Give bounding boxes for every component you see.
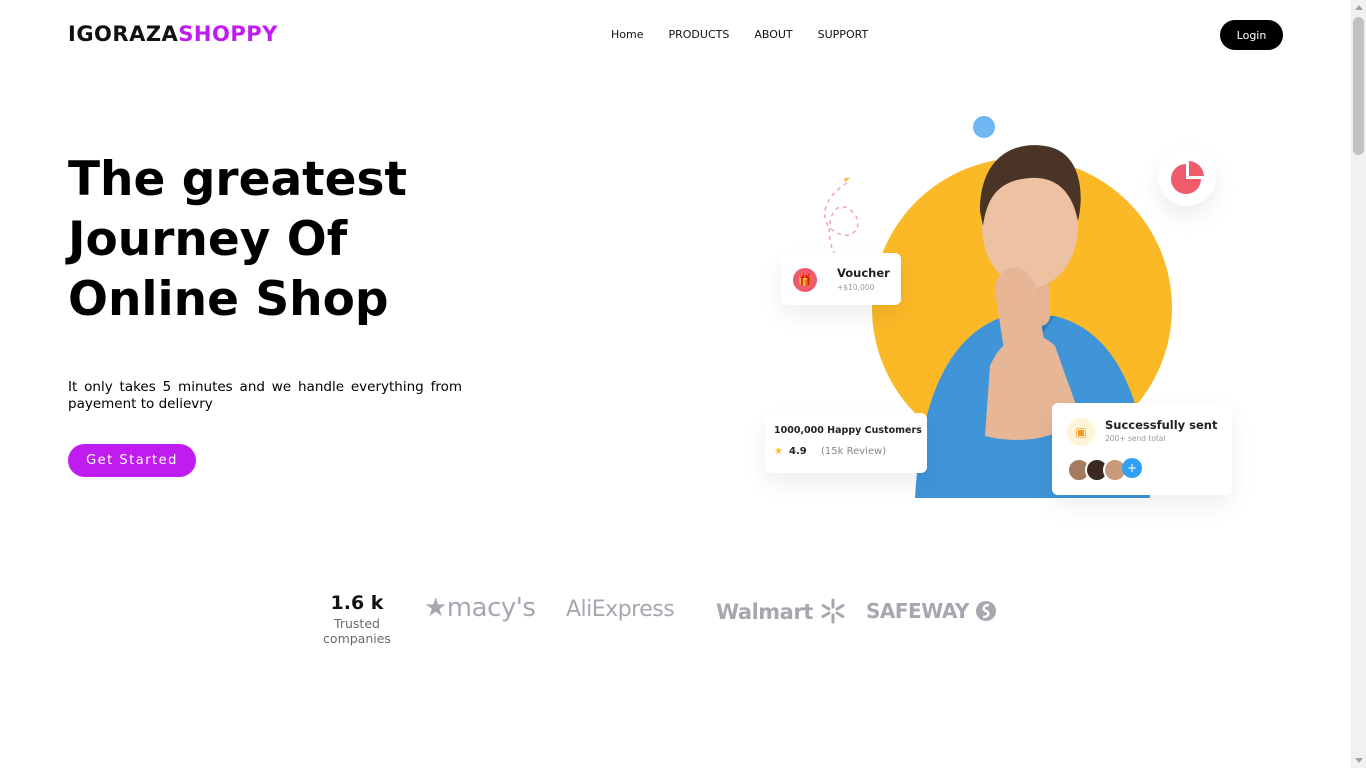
brand-logo-safeway: SAFEWAY bbox=[866, 599, 997, 623]
site-logo[interactable]: IGORAZASHOPPY bbox=[68, 22, 278, 46]
hero-title: The greatest Journey Of Online Shop bbox=[68, 150, 528, 330]
brand-logo-walmart: Walmart bbox=[716, 598, 846, 624]
scroll-down-icon[interactable] bbox=[1355, 758, 1363, 763]
main-nav: Home PRODUCTS ABOUT SUPPORT bbox=[611, 28, 893, 41]
reviews-count: (15k Review) bbox=[821, 446, 887, 457]
brand-logo-macys: ★macy's bbox=[424, 593, 536, 623]
pie-chart-badge bbox=[1158, 148, 1216, 206]
voucher-amount: +$10,000 bbox=[837, 283, 875, 292]
safeway-s-icon bbox=[976, 601, 997, 621]
hero-title-line-1: The greatest bbox=[68, 152, 407, 207]
successfully-sent-card: ▣ Successfully sent 200+ send total + bbox=[1052, 403, 1232, 495]
nav-products[interactable]: PRODUCTS bbox=[668, 28, 729, 41]
gift-icon: 🎁 bbox=[793, 268, 817, 292]
nav-support[interactable]: SUPPORT bbox=[818, 28, 869, 41]
happy-customers-card: 1000,000 Happy Customers ★ 4.9 (15k Revi… bbox=[765, 413, 927, 473]
scroll-up-icon[interactable] bbox=[1355, 5, 1363, 10]
trusted-label-line-2: companies bbox=[323, 631, 391, 646]
hero-illustration: 🎁 Voucher +$10,000 1000,000 Happy Custom… bbox=[755, 78, 1295, 503]
logo-part-1: IGORAZA bbox=[68, 22, 179, 46]
trusted-count: 1.6 k bbox=[330, 592, 384, 614]
hero-title-line-2: Journey Of bbox=[68, 212, 348, 267]
walmart-wordmark: Walmart bbox=[716, 600, 813, 624]
customers-text: 1000,000 Happy Customers bbox=[774, 425, 922, 436]
trusted-label-line-1: Trusted bbox=[334, 616, 380, 631]
add-avatar-icon: + bbox=[1122, 458, 1142, 478]
walmart-spark-icon bbox=[821, 598, 845, 624]
trusted-companies: 1.6 k Trusted companies bbox=[322, 592, 392, 646]
page-scrollbar[interactable] bbox=[1351, 0, 1366, 768]
voucher-title: Voucher bbox=[837, 266, 890, 280]
voucher-card: 🎁 Voucher +$10,000 bbox=[781, 253, 901, 305]
login-button[interactable]: Login bbox=[1220, 20, 1283, 50]
rating-value: 4.9 bbox=[789, 446, 807, 457]
wallet-icon: ▣ bbox=[1067, 418, 1095, 446]
hero-title-line-3: Online Shop bbox=[68, 272, 389, 327]
logo-part-2: SHOPPY bbox=[178, 22, 278, 46]
nav-about[interactable]: ABOUT bbox=[754, 28, 792, 41]
star-icon: ★ bbox=[774, 446, 783, 457]
brand-logo-aliexpress: AliExpress bbox=[566, 597, 675, 622]
hero-subtitle: It only takes 5 minutes and we handle ev… bbox=[68, 379, 462, 412]
nav-home[interactable]: Home bbox=[611, 28, 643, 41]
scrollbar-thumb[interactable] bbox=[1353, 17, 1364, 155]
sent-title: Successfully sent bbox=[1105, 418, 1218, 432]
pie-chart-icon bbox=[1171, 161, 1204, 194]
get-started-button[interactable]: Get Started bbox=[68, 444, 196, 477]
safeway-wordmark: SAFEWAY bbox=[866, 599, 969, 623]
sent-subtitle: 200+ send total bbox=[1105, 434, 1166, 443]
